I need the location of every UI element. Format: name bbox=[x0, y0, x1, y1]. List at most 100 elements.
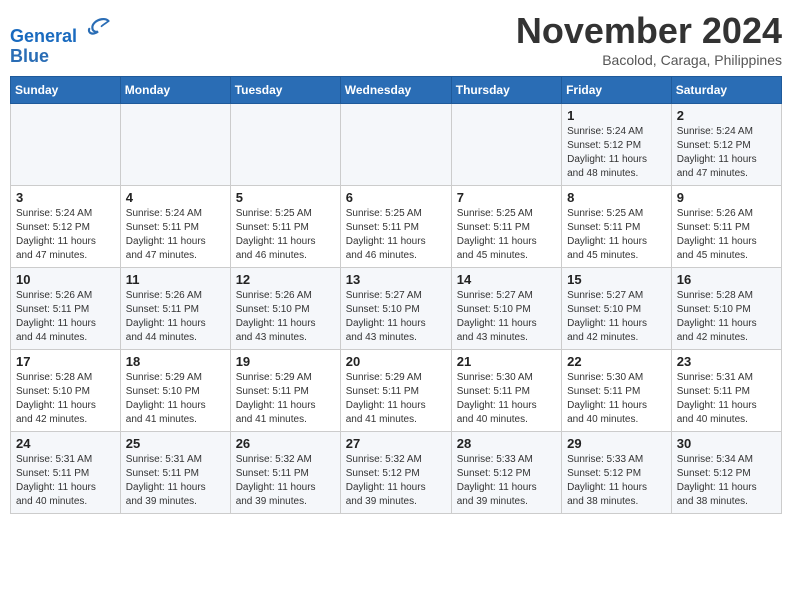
day-number: 30 bbox=[677, 436, 776, 451]
calendar-cell: 5Sunrise: 5:25 AMSunset: 5:11 PMDaylight… bbox=[230, 186, 340, 268]
calendar-cell bbox=[11, 104, 121, 186]
day-number: 19 bbox=[236, 354, 335, 369]
weekday-header-friday: Friday bbox=[562, 77, 672, 104]
calendar-cell: 18 Sunrise: 5:29 AMSunset: 5:10 PMDayligh… bbox=[120, 350, 230, 432]
day-info: Sunrise: 5:27 AMSunset: 5:10 PMDaylight:… bbox=[457, 289, 556, 345]
calendar-cell: 21Sunrise: 5:30 AMSunset: 5:11 PMDayligh… bbox=[451, 350, 561, 432]
calendar-cell: 8Sunrise: 5:25 AMSunset: 5:11 PMDaylight… bbox=[562, 186, 672, 268]
day-number: 27 bbox=[346, 436, 446, 451]
calendar-cell: 28 Sunrise: 5:33 AMSunset: 5:12 PMDayligh… bbox=[451, 432, 561, 514]
weekday-header-tuesday: Tuesday bbox=[230, 77, 340, 104]
logo-blue: Blue bbox=[10, 46, 49, 66]
month-title: November 2024 bbox=[516, 10, 782, 52]
weekday-header-sunday: Sunday bbox=[11, 77, 121, 104]
day-info: Sunrise: 5:26 AMSunset: 5:11 PMDaylight:… bbox=[126, 289, 225, 345]
day-number: 9 bbox=[677, 190, 776, 205]
calendar-table: SundayMondayTuesdayWednesdayThursdayFrid… bbox=[10, 76, 782, 514]
day-number: 2 bbox=[677, 108, 776, 123]
calendar-cell: 4 Sunrise: 5:24 AMSunset: 5:11 PMDaylight… bbox=[120, 186, 230, 268]
calendar-cell bbox=[120, 104, 230, 186]
day-info: Sunrise: 5:30 AMSunset: 5:11 PMDaylight:… bbox=[567, 371, 666, 427]
calendar-cell: 26 Sunrise: 5:32 AMSunset: 5:11 PMDayligh… bbox=[230, 432, 340, 514]
day-info: Sunrise: 5:25 AMSunset: 5:11 PMDaylight:… bbox=[346, 207, 446, 263]
calendar-cell: 20 Sunrise: 5:29 AMSunset: 5:11 PMDayligh… bbox=[340, 350, 451, 432]
calendar-cell bbox=[340, 104, 451, 186]
calendar-cell: 2 Sunrise: 5:24 AMSunset: 5:12 PMDaylight… bbox=[671, 104, 781, 186]
day-number: 18 bbox=[126, 354, 225, 369]
calendar-cell bbox=[451, 104, 561, 186]
calendar-cell: 7 Sunrise: 5:25 AMSunset: 5:11 PMDaylight… bbox=[451, 186, 561, 268]
calendar-cell: 13Sunrise: 5:27 AMSunset: 5:10 PMDayligh… bbox=[340, 268, 451, 350]
day-number: 20 bbox=[346, 354, 446, 369]
day-info: Sunrise: 5:34 AMSunset: 5:12 PMDaylight:… bbox=[677, 453, 776, 509]
calendar-cell: 11 Sunrise: 5:26 AMSunset: 5:11 PMDayligh… bbox=[120, 268, 230, 350]
day-info: Sunrise: 5:27 AMSunset: 5:10 PMDaylight:… bbox=[346, 289, 446, 345]
calendar-cell: 24Sunrise: 5:31 AMSunset: 5:11 PMDayligh… bbox=[11, 432, 121, 514]
day-number: 4 bbox=[126, 190, 225, 205]
day-info: Sunrise: 5:29 AMSunset: 5:10 PMDaylight:… bbox=[126, 371, 225, 427]
day-info: Sunrise: 5:24 AMSunset: 5:11 PMDaylight:… bbox=[126, 207, 225, 263]
weekday-header-monday: Monday bbox=[120, 77, 230, 104]
calendar-week-5: 24Sunrise: 5:31 AMSunset: 5:11 PMDayligh… bbox=[11, 432, 782, 514]
weekday-header-row: SundayMondayTuesdayWednesdayThursdayFrid… bbox=[11, 77, 782, 104]
calendar-cell: 27 Sunrise: 5:32 AMSunset: 5:12 PMDayligh… bbox=[340, 432, 451, 514]
day-info: Sunrise: 5:33 AMSunset: 5:12 PMDaylight:… bbox=[567, 453, 666, 509]
day-number: 1 bbox=[567, 108, 666, 123]
calendar-cell: 29Sunrise: 5:33 AMSunset: 5:12 PMDayligh… bbox=[562, 432, 672, 514]
day-info: Sunrise: 5:24 AMSunset: 5:12 PMDaylight:… bbox=[567, 125, 666, 181]
day-number: 28 bbox=[457, 436, 556, 451]
page-header: General Blue November 2024 Bacolod, Cara… bbox=[10, 10, 782, 68]
day-number: 7 bbox=[457, 190, 556, 205]
day-info: Sunrise: 5:29 AMSunset: 5:11 PMDaylight:… bbox=[346, 371, 446, 427]
calendar-cell: 19 Sunrise: 5:29 AMSunset: 5:11 PMDayligh… bbox=[230, 350, 340, 432]
day-number: 16 bbox=[677, 272, 776, 287]
calendar-cell: 6 Sunrise: 5:25 AMSunset: 5:11 PMDaylight… bbox=[340, 186, 451, 268]
day-info: Sunrise: 5:33 AMSunset: 5:12 PMDaylight:… bbox=[457, 453, 556, 509]
calendar-week-3: 10Sunrise: 5:26 AMSunset: 5:11 PMDayligh… bbox=[11, 268, 782, 350]
calendar-body: 1 Sunrise: 5:24 AMSunset: 5:12 PMDaylight… bbox=[11, 104, 782, 514]
day-number: 3 bbox=[16, 190, 115, 205]
calendar-cell: 30 Sunrise: 5:34 AMSunset: 5:12 PMDayligh… bbox=[671, 432, 781, 514]
day-number: 6 bbox=[346, 190, 446, 205]
calendar-header: SundayMondayTuesdayWednesdayThursdayFrid… bbox=[11, 77, 782, 104]
logo-bird-icon bbox=[84, 14, 112, 42]
day-info: Sunrise: 5:29 AMSunset: 5:11 PMDaylight:… bbox=[236, 371, 335, 427]
calendar-cell: 25Sunrise: 5:31 AMSunset: 5:11 PMDayligh… bbox=[120, 432, 230, 514]
day-number: 15 bbox=[567, 272, 666, 287]
day-info: Sunrise: 5:32 AMSunset: 5:12 PMDaylight:… bbox=[346, 453, 446, 509]
calendar-cell: 17Sunrise: 5:28 AMSunset: 5:10 PMDayligh… bbox=[11, 350, 121, 432]
weekday-header-wednesday: Wednesday bbox=[340, 77, 451, 104]
day-info: Sunrise: 5:26 AMSunset: 5:11 PMDaylight:… bbox=[677, 207, 776, 263]
calendar-cell: 23 Sunrise: 5:31 AMSunset: 5:11 PMDayligh… bbox=[671, 350, 781, 432]
day-info: Sunrise: 5:24 AMSunset: 5:12 PMDaylight:… bbox=[677, 125, 776, 181]
day-info: Sunrise: 5:32 AMSunset: 5:11 PMDaylight:… bbox=[236, 453, 335, 509]
day-info: Sunrise: 5:26 AMSunset: 5:11 PMDaylight:… bbox=[16, 289, 115, 345]
day-number: 23 bbox=[677, 354, 776, 369]
day-number: 11 bbox=[126, 272, 225, 287]
day-number: 12 bbox=[236, 272, 335, 287]
calendar-week-1: 1 Sunrise: 5:24 AMSunset: 5:12 PMDaylight… bbox=[11, 104, 782, 186]
calendar-cell: 14 Sunrise: 5:27 AMSunset: 5:10 PMDayligh… bbox=[451, 268, 561, 350]
day-info: Sunrise: 5:30 AMSunset: 5:11 PMDaylight:… bbox=[457, 371, 556, 427]
day-info: Sunrise: 5:31 AMSunset: 5:11 PMDaylight:… bbox=[16, 453, 115, 509]
logo: General Blue bbox=[10, 14, 112, 67]
location-subtitle: Bacolod, Caraga, Philippines bbox=[516, 52, 782, 68]
calendar-cell: 16Sunrise: 5:28 AMSunset: 5:10 PMDayligh… bbox=[671, 268, 781, 350]
title-block: November 2024 Bacolod, Caraga, Philippin… bbox=[516, 10, 782, 68]
calendar-cell: 9 Sunrise: 5:26 AMSunset: 5:11 PMDaylight… bbox=[671, 186, 781, 268]
day-info: Sunrise: 5:24 AMSunset: 5:12 PMDaylight:… bbox=[16, 207, 115, 263]
calendar-cell: 22 Sunrise: 5:30 AMSunset: 5:11 PMDayligh… bbox=[562, 350, 672, 432]
day-info: Sunrise: 5:31 AMSunset: 5:11 PMDaylight:… bbox=[677, 371, 776, 427]
calendar-cell: 1 Sunrise: 5:24 AMSunset: 5:12 PMDaylight… bbox=[562, 104, 672, 186]
logo-general: General bbox=[10, 26, 77, 46]
calendar-week-2: 3 Sunrise: 5:24 AMSunset: 5:12 PMDaylight… bbox=[11, 186, 782, 268]
calendar-cell: 15Sunrise: 5:27 AMSunset: 5:10 PMDayligh… bbox=[562, 268, 672, 350]
day-number: 22 bbox=[567, 354, 666, 369]
day-info: Sunrise: 5:25 AMSunset: 5:11 PMDaylight:… bbox=[457, 207, 556, 263]
calendar-cell: 10Sunrise: 5:26 AMSunset: 5:11 PMDayligh… bbox=[11, 268, 121, 350]
day-number: 14 bbox=[457, 272, 556, 287]
day-number: 26 bbox=[236, 436, 335, 451]
day-info: Sunrise: 5:25 AMSunset: 5:11 PMDaylight:… bbox=[236, 207, 335, 263]
calendar-cell: 12Sunrise: 5:26 AMSunset: 5:10 PMDayligh… bbox=[230, 268, 340, 350]
day-info: Sunrise: 5:31 AMSunset: 5:11 PMDaylight:… bbox=[126, 453, 225, 509]
